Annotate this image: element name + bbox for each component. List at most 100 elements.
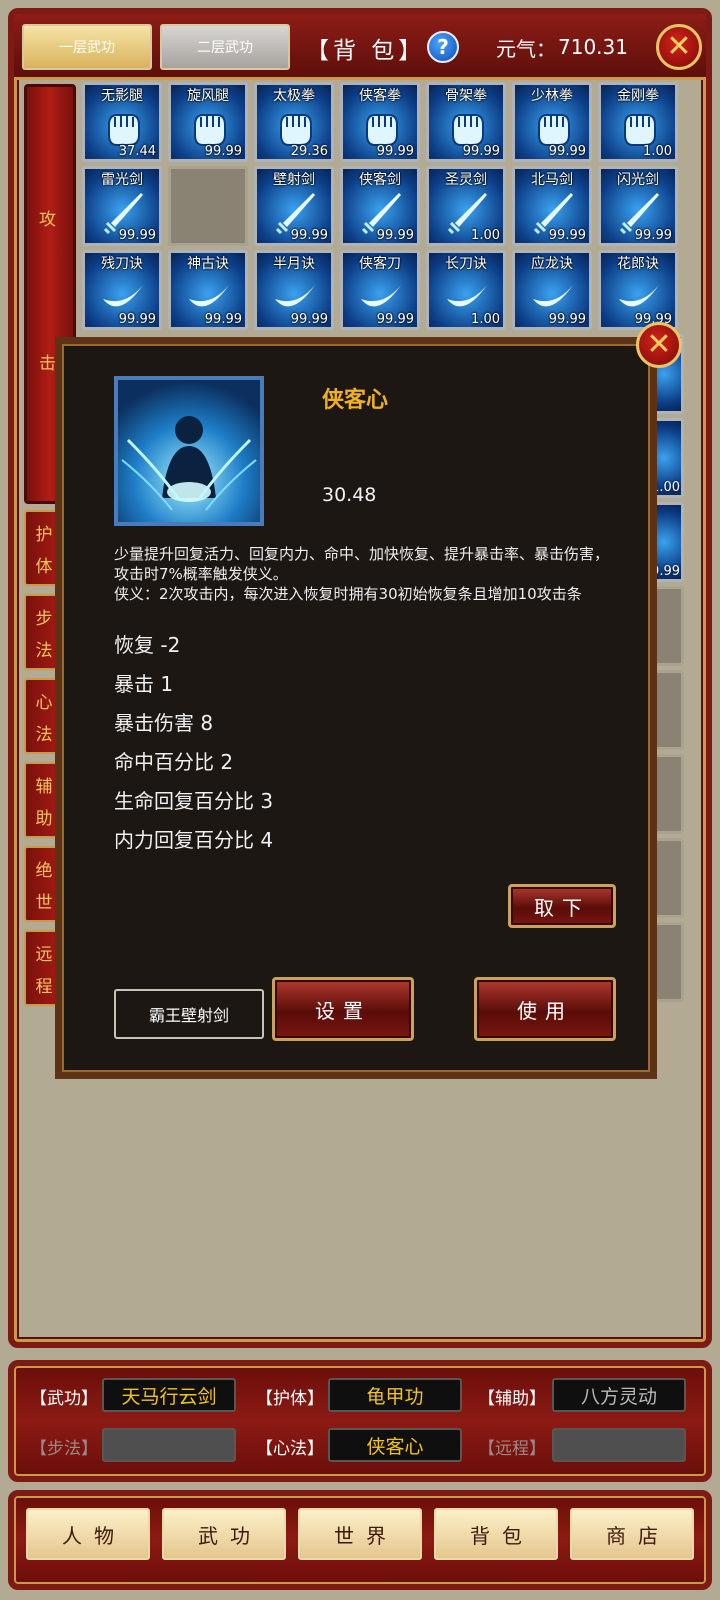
item-value: 99.99	[376, 228, 414, 243]
slot-fuzhu[interactable]: 八方灵动	[552, 1378, 686, 1412]
description-line: 少量提升回复活力、回复内力、命中、加快恢复、提升暴击率、暴击伤害，攻击时7%概率…	[114, 545, 610, 583]
category-char: 心	[35, 692, 53, 713]
category-char: 护	[35, 524, 53, 545]
item-value: 1.00	[657, 480, 680, 495]
item-cell[interactable]: 花郎诀 99.99	[598, 250, 678, 330]
item-value: 37.44	[118, 144, 156, 159]
item-value: 1.00	[643, 144, 672, 159]
item-name: 壁射剑	[273, 172, 315, 188]
item-cell[interactable]: 闪光剑 99.99	[598, 166, 678, 246]
item-cell[interactable]	[654, 922, 684, 1002]
nav-shop[interactable]: 商店	[570, 1508, 694, 1560]
screen: 一层武功 二层武功 【背 包】 ? 元气： 710.31 ✕ 攻 击 护体步法心…	[0, 0, 720, 1600]
tab-layer-two[interactable]: 二层武功	[160, 24, 290, 70]
item-cell[interactable]: 神古诀 99.99	[168, 250, 248, 330]
equip-selector[interactable]: 霸王壁射剑	[114, 989, 264, 1039]
category-char: 助	[35, 808, 53, 829]
item-cell[interactable]: 壁射剑 99.99	[254, 166, 334, 246]
item-cell[interactable]: 侠客剑 99.99	[340, 166, 420, 246]
stat-line: 暴击 1	[114, 672, 174, 696]
item-value: 99.99	[548, 144, 586, 159]
category-attack-bottom: 击	[39, 354, 56, 374]
item-value: 99.99	[290, 312, 328, 327]
use-button[interactable]: 使用	[474, 977, 616, 1041]
stat-line: 暴击伤害 8	[114, 711, 214, 735]
item-cell[interactable]	[654, 586, 684, 666]
empty-slot[interactable]	[168, 166, 248, 246]
label-yuancheng: 【远程】	[478, 1439, 546, 1459]
item-cell[interactable]: 99.99	[654, 502, 684, 582]
item-name: 金刚拳	[617, 88, 659, 104]
item-cell[interactable]: 太极拳 29.36	[254, 82, 334, 162]
category-char: 绝	[35, 860, 53, 881]
item-value: 29.36	[290, 144, 328, 159]
item-value: 99.99	[462, 144, 500, 159]
item-cell[interactable]: 半月诀 99.99	[254, 250, 334, 330]
item-cell[interactable]: 长刀诀 1.00	[426, 250, 506, 330]
item-name: 太极拳	[273, 88, 315, 104]
close-icon[interactable]: ✕	[656, 24, 702, 70]
item-cell[interactable]: 骨架拳 99.99	[426, 82, 506, 162]
item-name: 闪光剑	[617, 172, 659, 188]
item-cell[interactable]	[654, 670, 684, 750]
item-cell[interactable]: 无影腿 37.44	[82, 82, 162, 162]
slot-wugong[interactable]: 天马行云剑	[102, 1378, 236, 1412]
item-value: 99.99	[657, 564, 680, 579]
yuanqi-label: 元气：	[496, 36, 556, 61]
item-cell[interactable]: 1.00	[654, 418, 684, 498]
item-cell[interactable]: 旋风腿 99.99	[168, 82, 248, 162]
item-name: 无影腿	[101, 88, 143, 104]
popup-close-icon[interactable]: ✕	[636, 322, 682, 368]
item-cell[interactable]: 少林拳 99.99	[512, 82, 592, 162]
item-cell[interactable]: 雷光剑 99.99	[82, 166, 162, 246]
item-name: 花郎诀	[617, 256, 659, 272]
item-cell[interactable]: 北马剑 99.99	[512, 166, 592, 246]
help-icon[interactable]: ?	[427, 31, 459, 63]
label-bufa: 【步法】	[30, 1439, 98, 1459]
nav-character[interactable]: 人物	[26, 1508, 150, 1560]
yuanqi-value: 710.31	[558, 35, 628, 59]
item-cell[interactable]	[654, 754, 684, 834]
item-name: 旋风腿	[187, 88, 229, 104]
slot-yuancheng[interactable]	[552, 1428, 686, 1462]
item-cell[interactable]: 圣灵剑 1.00	[426, 166, 506, 246]
category-char: 程	[35, 976, 53, 997]
nav-world[interactable]: 世界	[298, 1508, 422, 1560]
set-button[interactable]: 设置	[272, 977, 414, 1041]
label-huti: 【护体】	[256, 1389, 324, 1409]
item-value: 99.99	[118, 312, 156, 327]
item-cell[interactable]: 残刀诀 99.99	[82, 250, 162, 330]
item-cell[interactable]	[654, 838, 684, 918]
item-value: 99.99	[548, 312, 586, 327]
category-char: 世	[35, 892, 53, 913]
item-cell[interactable]: 金刚拳 1.00	[598, 82, 678, 162]
item-value: 30.48	[322, 484, 377, 506]
description-line: 侠义：2次攻击内，每次进入恢复时拥有30初始恢复条且增加10攻击条	[114, 585, 582, 603]
item-name: 侠客刀	[359, 256, 401, 272]
nav-bag[interactable]: 背包	[434, 1508, 558, 1560]
item-name: 半月诀	[273, 256, 315, 272]
item-name: 北马剑	[531, 172, 573, 188]
item-cell[interactable]: 应龙诀 99.99	[512, 250, 592, 330]
category-char: 步	[35, 608, 53, 629]
item-cell[interactable]: 侠客拳 99.99	[340, 82, 420, 162]
stat-line: 恢复 -2	[114, 633, 181, 657]
item-cell[interactable]: 侠客刀 99.99	[340, 250, 420, 330]
label-fuzhu: 【辅助】	[478, 1389, 546, 1409]
category-char: 辅	[35, 776, 53, 797]
item-description: 少量提升回复活力、回复内力、命中、加快恢复、提升暴击率、暴击伤害，攻击时7%概率…	[114, 544, 614, 604]
item-value: 99.99	[548, 228, 586, 243]
nav-wugong[interactable]: 武功	[162, 1508, 286, 1560]
slot-huti[interactable]: 龟甲功	[328, 1378, 462, 1412]
slot-xinfa[interactable]: 侠客心	[328, 1428, 462, 1462]
yuanqi-display: 元气： 710.31	[496, 32, 628, 62]
remove-button[interactable]: 取下	[508, 884, 616, 928]
tab-layer-one[interactable]: 一层武功	[22, 24, 152, 70]
item-name: 雷光剑	[101, 172, 143, 188]
category-char: 法	[35, 640, 53, 661]
item-name: 骨架拳	[445, 88, 487, 104]
slot-bufa[interactable]	[102, 1428, 236, 1462]
item-value: 1.00	[471, 228, 500, 243]
item-name: 残刀诀	[101, 256, 143, 272]
item-detail-popup: 侠客心 30.48 少量提升回复活力、回复内力、命中、加快恢复、提升暴击率、暴击…	[55, 337, 657, 1079]
